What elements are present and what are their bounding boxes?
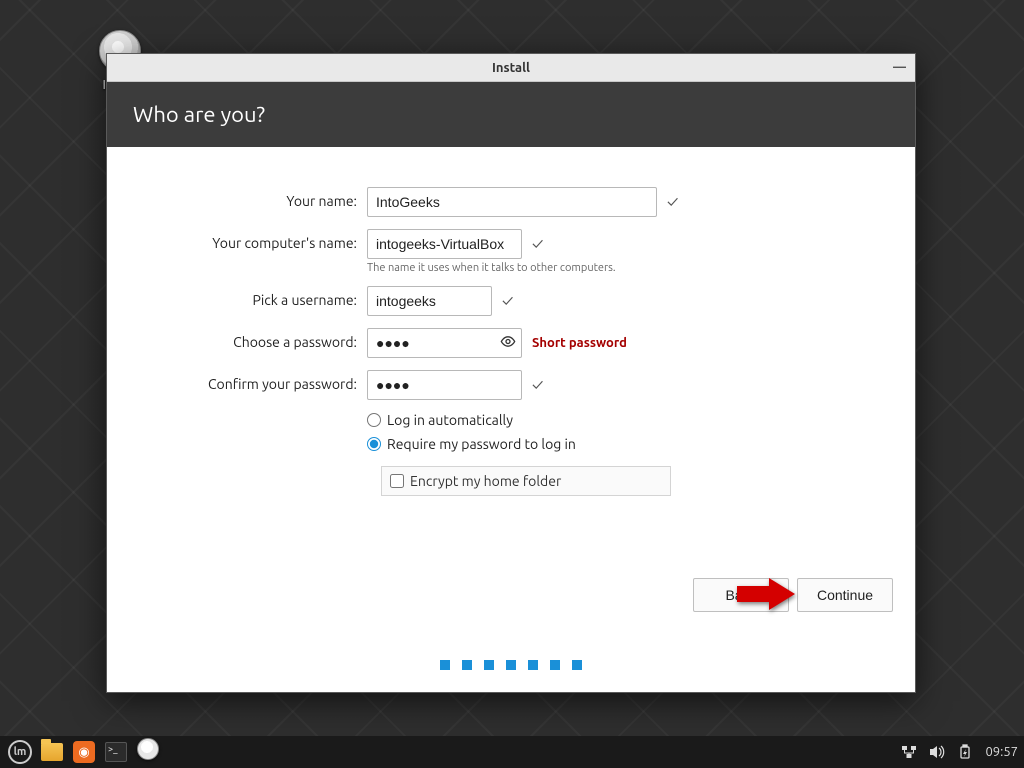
radio-auto-login[interactable]: Log in automatically: [367, 412, 885, 428]
window-title: Install: [492, 61, 530, 75]
volume-icon[interactable]: [929, 744, 945, 760]
label-host: Your computer's name:: [137, 229, 367, 251]
encrypt-home-checkbox[interactable]: Encrypt my home folder: [381, 466, 671, 496]
radio-auto-login-label: Log in automatically: [387, 412, 513, 428]
installer-task[interactable]: [134, 740, 162, 764]
radio-auto-login-input[interactable]: [367, 413, 381, 427]
firefox-launcher[interactable]: ◉: [70, 740, 98, 764]
hostname-input[interactable]: [367, 229, 522, 259]
check-icon: ✓: [667, 193, 678, 211]
minimize-icon[interactable]: —: [893, 60, 905, 72]
terminal-launcher[interactable]: >_: [102, 740, 130, 764]
progress-dots: [107, 660, 915, 670]
label-name: Your name:: [137, 187, 367, 209]
battery-icon[interactable]: [957, 744, 973, 760]
hostname-hint: The name it uses when it talks to other …: [367, 262, 885, 274]
username-input[interactable]: [367, 286, 492, 316]
encrypt-checkbox-input[interactable]: [390, 474, 404, 488]
system-tray[interactable]: 09:57: [901, 744, 1018, 760]
install-window: Install — Who are you? Your name: ✓ Your…: [106, 53, 916, 693]
label-pass: Choose a password:: [137, 328, 367, 350]
radio-require-password-label: Require my password to log in: [387, 436, 576, 452]
encrypt-label: Encrypt my home folder: [410, 473, 561, 489]
name-input[interactable]: [367, 187, 657, 217]
confirm-password-input[interactable]: [367, 370, 522, 400]
back-button[interactable]: Back: [693, 578, 789, 612]
titlebar[interactable]: Install —: [107, 54, 915, 82]
radio-require-password-input[interactable]: [367, 437, 381, 451]
page-heading: Who are you?: [107, 82, 915, 147]
password-input[interactable]: [367, 328, 522, 358]
menu-button[interactable]: lm: [6, 740, 34, 764]
taskbar[interactable]: lm ◉ >_ 09:57: [0, 736, 1024, 768]
label-confirm: Confirm your password:: [137, 370, 367, 392]
password-strength: Short password: [532, 336, 627, 350]
clock[interactable]: 09:57: [985, 745, 1018, 759]
check-icon: ✓: [532, 235, 543, 253]
label-user: Pick a username:: [137, 286, 367, 308]
form-area: Your name: ✓ Your computer's name: ✓ The…: [107, 147, 915, 692]
files-launcher[interactable]: [38, 740, 66, 764]
network-icon[interactable]: [901, 744, 917, 760]
check-icon: ✓: [532, 376, 543, 394]
continue-button[interactable]: Continue: [797, 578, 893, 612]
radio-require-password[interactable]: Require my password to log in: [367, 436, 885, 452]
check-icon: ✓: [502, 292, 513, 310]
eye-icon[interactable]: [500, 334, 516, 353]
